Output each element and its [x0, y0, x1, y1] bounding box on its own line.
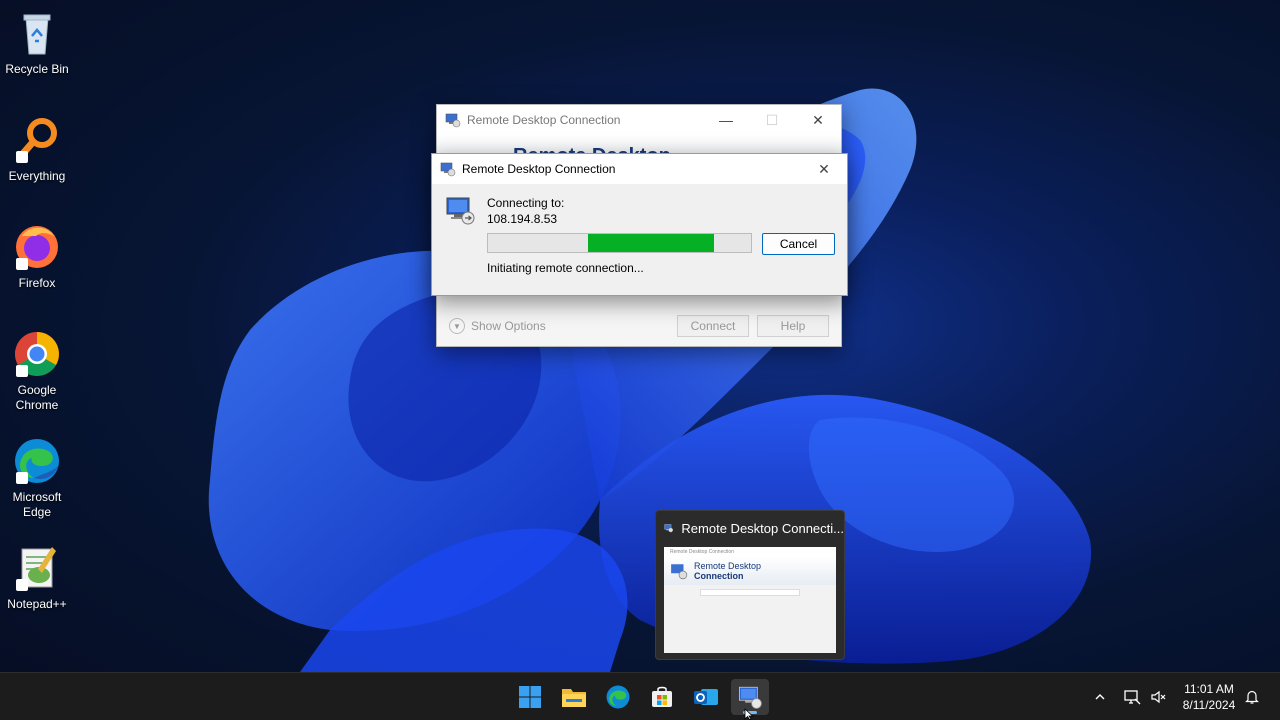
file-explorer-icon [562, 689, 586, 707]
connection-progress-bar [487, 233, 752, 253]
minimize-button[interactable]: — [703, 105, 749, 135]
desktop-icon-label: Recycle Bin [5, 62, 69, 76]
volume-muted-icon [1151, 690, 1166, 704]
notifications-button[interactable] [1240, 673, 1264, 720]
taskbar-outlook[interactable] [687, 679, 725, 715]
progress-fill [587, 234, 715, 252]
chevron-down-icon: ▼ [449, 318, 465, 334]
network-icon [1124, 690, 1141, 705]
remote-desktop-icon [440, 162, 456, 177]
show-options-toggle[interactable]: ▼ Show Options [449, 318, 669, 334]
shortcut-arrow-icon [16, 151, 28, 163]
remote-computer-icon [446, 197, 475, 225]
desktop-icon-firefox[interactable]: Firefox [0, 222, 74, 291]
show-hidden-icons-button[interactable] [1088, 673, 1112, 720]
thumb-line2: Connection [694, 571, 744, 581]
connecting-label: Connecting to: [487, 196, 565, 210]
cancel-button[interactable]: Cancel [762, 233, 835, 255]
bell-icon [1245, 690, 1259, 704]
network-button[interactable] [1120, 673, 1144, 720]
desktop-icon-notepad-plus-plus[interactable]: Notepad++ [0, 543, 74, 612]
start-button[interactable] [511, 679, 549, 715]
desktop-icon-label: Notepad++ [7, 597, 67, 611]
chevron-up-icon [1095, 694, 1105, 700]
thumb-row [672, 601, 828, 609]
taskbar-thumbnail-preview[interactable]: Remote Desktop Connecti... Remote Deskto… [655, 510, 845, 660]
shortcut-arrow-icon [16, 258, 28, 270]
edge-icon [12, 436, 62, 486]
thumb-input [700, 589, 800, 596]
chrome-icon [12, 329, 62, 379]
mouse-cursor-icon [744, 708, 754, 720]
thumb-row [672, 589, 828, 597]
shortcut-arrow-icon [16, 472, 28, 484]
start-icon [519, 686, 541, 708]
remote-desktop-icon [671, 564, 688, 580]
desktop-icon-microsoft-edge[interactable]: Microsoft Edge [0, 436, 74, 520]
notepadpp-icon [12, 543, 62, 593]
desktop-icon-label: Firefox [18, 276, 56, 290]
desktop-icon-recycle-bin[interactable]: Recycle Bin [0, 8, 74, 77]
show-options-label: Show Options [471, 319, 546, 333]
thumb-banner-text: Remote Desktop Connection [694, 561, 761, 581]
clock-time: 11:01 AM [1184, 682, 1234, 696]
dialog-body: Connecting to: 108.194.8.53 Cancel Initi… [432, 184, 847, 295]
window-titlebar[interactable]: Remote Desktop Connection — ☐ ✕ [437, 105, 841, 135]
remote-address: 108.194.8.53 [487, 212, 558, 226]
remote-desktop-icon [445, 113, 461, 128]
firefox-icon [12, 222, 62, 272]
thumb-banner: Remote Desktop Connection [664, 557, 836, 585]
close-button[interactable]: ✕ [795, 105, 841, 135]
desktop-icon-everything[interactable]: Everything [0, 115, 74, 184]
taskbar-edge[interactable] [599, 679, 637, 715]
connection-status: Initiating remote connection... [487, 261, 644, 275]
connect-button[interactable]: Connect [677, 315, 749, 337]
taskbar-file-explorer[interactable] [555, 679, 593, 715]
help-button[interactable]: Help [757, 315, 829, 337]
desktop-icon-google-chrome[interactable]: Google Chrome [0, 329, 74, 413]
preview-thumbnail[interactable]: Remote Desktop Connection Remote Desktop… [664, 547, 836, 653]
thumb-titlebar: Remote Desktop Connection [664, 547, 836, 557]
preview-header: Remote Desktop Connecti... [656, 511, 844, 545]
taskbar: 11:01 AM 8/11/2024 [0, 672, 1280, 720]
window-footer: ▼ Show Options Connect Help [437, 306, 841, 346]
shortcut-arrow-icon [16, 579, 28, 591]
shortcut-arrow-icon [16, 365, 28, 377]
close-button[interactable]: ✕ [801, 154, 847, 184]
desktop-icon-label: Google Chrome [15, 383, 59, 412]
dialog-titlebar[interactable]: Remote Desktop Connection ✕ [432, 154, 847, 184]
edge-icon [606, 685, 630, 709]
desktop-icon-label: Everything [8, 169, 66, 183]
remote-desktop-icon [739, 686, 762, 709]
desktop-icon-label: Microsoft Edge [12, 490, 62, 519]
window-title: Remote Desktop Connection [467, 113, 621, 127]
system-clock[interactable]: 11:01 AM 8/11/2024 [1170, 681, 1248, 713]
taskbar-store[interactable] [643, 679, 681, 715]
preview-title: Remote Desktop Connecti... [681, 520, 844, 536]
outlook-icon [694, 689, 718, 705]
remote-desktop-icon [664, 524, 674, 533]
store-icon [652, 686, 672, 707]
recycle-bin-icon [12, 8, 62, 58]
thumb-row [672, 613, 828, 621]
everything-icon [12, 115, 62, 165]
dialog-title: Remote Desktop Connection [462, 162, 616, 176]
maximize-button[interactable]: ☐ [749, 105, 795, 135]
volume-button[interactable] [1146, 673, 1170, 720]
thumb-line1: Remote Desktop [694, 561, 762, 571]
connecting-dialog[interactable]: Remote Desktop Connection ✕ Connecting t… [431, 153, 848, 296]
clock-date: 8/11/2024 [1182, 698, 1236, 712]
